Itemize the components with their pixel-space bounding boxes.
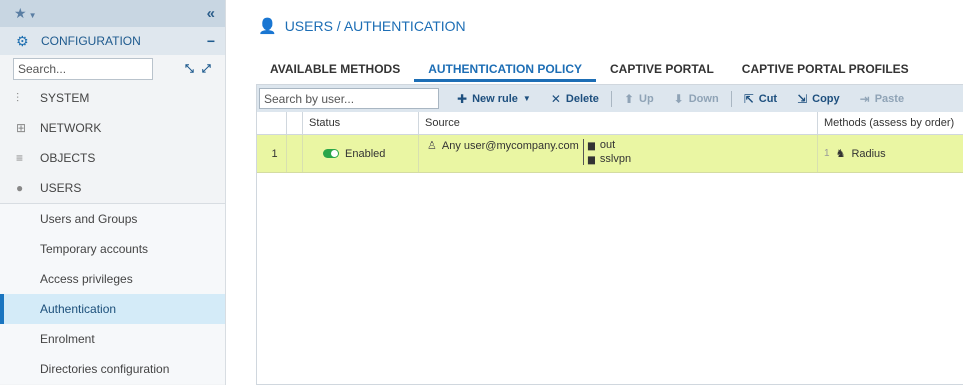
arrow-up-icon: ⬆ [623,91,634,106]
source-user-text: Any user@mycompany.com [441,139,579,152]
close-icon: ✕ [550,91,561,106]
paste-icon: ⇥ [859,91,870,106]
interface-item: ▆ sslvpn [588,153,631,165]
toolbar-separator [730,90,732,107]
sidebar-item-system[interactable]: ⫶ SYSTEM [0,83,225,113]
tab-captive-portal-profiles[interactable]: CAPTIVE PORTAL PROFILES [728,58,923,82]
sidebar-item-directories-configuration[interactable]: Directories configuration [0,354,225,384]
main-content: 👤 USERS / AUTHENTICATION AVAILABLE METHO… [256,0,963,385]
collapse-section-icon[interactable]: − [207,33,215,49]
new-rule-button[interactable]: ✚ New rule ▼ [447,92,541,106]
configuration-label: CONFIGURATION [41,34,141,48]
interface-name: out [599,139,616,151]
tab-authentication-policy[interactable]: AUTHENTICATION POLICY [414,58,596,82]
sidebar-search-input[interactable] [13,58,153,80]
tab-available-methods[interactable]: AVAILABLE METHODS [256,58,414,82]
column-header-number [257,112,287,134]
sidebar-item-temporary-accounts[interactable]: Temporary accounts [0,234,225,264]
sidebar-item-label: USERS [40,181,82,195]
interface-icon: ▆ [588,153,595,164]
user-icon: ● [16,181,24,195]
sliders-icon: ⫶ [16,90,20,105]
sidebar-item-authentication[interactable]: Authentication [0,294,225,324]
delete-label: Delete [565,92,599,105]
column-header-status[interactable]: Status [303,112,419,134]
network-icon: ⊞ [16,121,27,135]
page-title: 👤 USERS / AUTHENTICATION [258,17,466,35]
new-rule-label: New rule [472,92,518,105]
user-icon: 👤 [258,18,277,35]
method-index: 1 [824,148,830,159]
grid-header: Status Source Methods (assess by order) [257,112,963,135]
interface-name: sslvpn [599,153,632,165]
cut-button[interactable]: ⇱ Cut [734,92,787,106]
method-name: Radius [851,147,886,160]
sidebar-item-label: NETWORK [40,121,102,135]
interface-icon: ▆ [588,139,595,150]
methods-cell[interactable]: 1 ♞ Radius [818,135,963,172]
policy-panel: ✚ New rule ▼ ✕ Delete ⬆ Up ⬇ Down ⇱ Cut [256,84,963,385]
column-header-source[interactable]: Source [419,112,818,134]
expand-all-icon[interactable]: ⤢ [202,63,211,76]
sidebar-item-access-privileges[interactable]: Access privileges [0,264,225,294]
paste-label: Paste [874,92,905,105]
arrow-down-icon: ⬇ [673,91,684,106]
radius-icon: ♞ [835,148,846,160]
status-text: Enabled [345,147,386,160]
toolbar: ✚ New rule ▼ ✕ Delete ⬆ Up ⬇ Down ⇱ Cut [257,85,963,112]
collapse-all-icon[interactable]: ⤡ [185,63,194,76]
paste-button[interactable]: ⇥ Paste [850,92,914,106]
favorites-menu[interactable]: ★ ▼ [14,5,36,22]
sidebar-search-row: ⤡ ⤢ [0,55,225,83]
down-button[interactable]: ⬇ Down [664,92,729,106]
source-user: ♙ Any user@mycompany.com [427,139,583,153]
row-selector[interactable] [287,135,303,172]
sidebar-item-enrolment[interactable]: Enrolment [0,324,225,354]
sidebar-item-network[interactable]: ⊞ NETWORK [0,113,225,143]
up-button[interactable]: ⬆ Up [614,92,664,106]
toolbar-separator [610,90,612,107]
source-cell[interactable]: ♙ Any user@mycompany.com ▆ out ▆ sslvpn [419,135,818,172]
sidebar-item-users-and-groups[interactable]: Users and Groups [0,204,225,234]
users-submenu: Users and Groups Temporary accounts Acce… [0,203,225,384]
search-by-user-input[interactable] [259,88,439,109]
up-label: Up [639,92,654,105]
sidebar: ★▼ « ⚙ CONFIGURATION − ⤡ ⤢ ⫶ SYSTEM ⊞ NE… [0,0,226,385]
sidebar-item-users[interactable]: ● USERS [0,173,225,203]
column-header-methods[interactable]: Methods (assess by order) [818,112,963,134]
status-cell[interactable]: Enabled [303,135,419,172]
row-number: 1 [257,135,287,172]
delete-button[interactable]: ✕ Delete [541,92,609,106]
sidebar-expand-controls: ⤡ ⤢ [185,63,211,76]
sidebar-top-bar: ★ ▼ « [0,0,225,27]
database-icon: ≡ [16,151,24,165]
sidebar-item-label: OBJECTS [40,151,96,165]
interface-item: ▆ out [588,139,631,151]
star-icon: ★ [14,5,27,21]
tab-captive-portal[interactable]: CAPTIVE PORTAL [596,58,728,82]
caret-down-icon: ▼ [28,11,37,20]
plus-icon: ✚ [457,91,468,106]
enabled-toggle[interactable] [323,149,339,158]
page-title-text: USERS / AUTHENTICATION [284,18,466,34]
table-row[interactable]: 1 Enabled ♙ Any user@mycompany.com ▆ out [257,135,963,173]
cut-label: Cut [758,92,778,105]
copy-label: Copy [812,92,840,105]
tab-bar: AVAILABLE METHODS AUTHENTICATION POLICY … [256,58,923,82]
sidebar-item-objects[interactable]: ≡ OBJECTS [0,143,225,173]
caret-down-icon: ▼ [522,94,531,103]
gear-icon: ⚙ [16,32,29,49]
column-header-select [287,112,303,134]
source-interfaces: ▆ out ▆ sslvpn [583,139,631,165]
copy-button[interactable]: ⇲ Copy [787,92,850,106]
copy-icon: ⇲ [797,91,808,106]
cut-icon: ⇱ [743,91,754,106]
configuration-header[interactable]: ⚙ CONFIGURATION − [0,27,225,55]
sidebar-item-label: SYSTEM [40,91,90,105]
double-chevron-left-icon[interactable]: « [207,5,215,22]
down-label: Down [688,92,719,105]
user-outline-icon: ♙ [427,140,437,152]
